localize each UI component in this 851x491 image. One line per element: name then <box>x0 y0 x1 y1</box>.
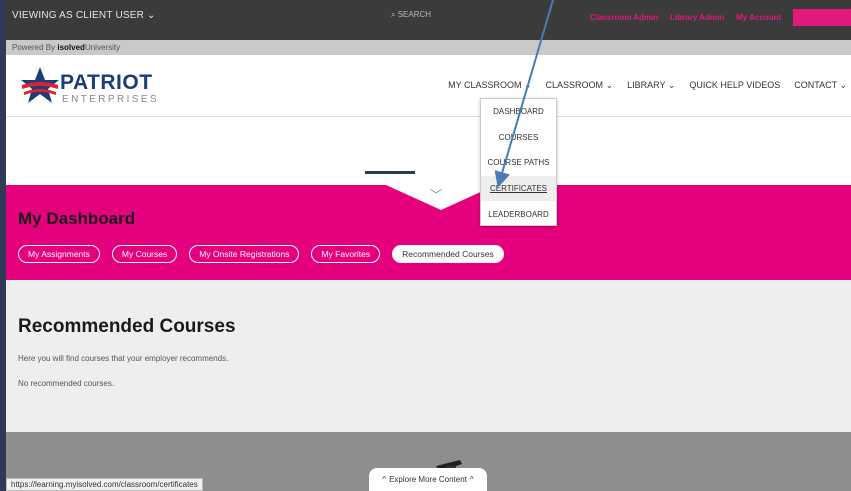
viewing-as-label: VIEWING AS CLIENT USER <box>12 10 145 21</box>
site-header: PATRIOT ENTERPRISES MY CLASSROOM ⌄ CLASS… <box>6 55 851 117</box>
dropdown-item-certificates[interactable]: CERTIFICATES <box>481 175 556 202</box>
chevron-down-icon: ⌄ <box>839 80 847 90</box>
star-logo-icon <box>21 67 59 103</box>
my-classroom-dropdown: DASHBOARD COURSES COURSE PATHS CERTIFICA… <box>480 98 557 226</box>
logo-sub-text: ENTERPRISES <box>62 94 159 105</box>
chevron-down-icon: ⌄ <box>667 80 676 90</box>
chevron-down-icon: ⌄ <box>147 10 156 21</box>
tab-recommended-courses[interactable]: Recommended Courses <box>392 245 504 263</box>
nav-quick-help-videos[interactable]: QUICK HELP VIDEOS <box>689 80 780 91</box>
dropdown-item-course-paths[interactable]: COURSE PATHS <box>481 150 556 176</box>
dropdown-item-courses[interactable]: COURSES <box>481 125 556 151</box>
powered-by-suffix: University <box>84 43 121 52</box>
page-title: My Dashboard <box>18 209 136 228</box>
section-description: Here you will find courses that your emp… <box>18 354 229 363</box>
powered-by-brand: isolved <box>57 43 85 52</box>
nav-my-classroom[interactable]: MY CLASSROOM ⌄ <box>448 80 531 91</box>
browser-status-url: https://learning.myisolved.com/classroom… <box>6 478 203 491</box>
nav-classroom-label: CLASSROOM <box>545 80 604 90</box>
my-account-link[interactable]: My Account <box>736 13 781 22</box>
logo-brand-text: PATRIOT <box>60 71 153 94</box>
viewing-as-dropdown[interactable]: VIEWING AS CLIENT USER ⌄ <box>12 10 156 21</box>
search-label: SEARCH <box>397 10 432 19</box>
logout-button[interactable]: ♙ LOG OUT <box>793 9 851 26</box>
classroom-admin-link[interactable]: Classroom Admin <box>590 13 658 22</box>
powered-by-bar: Powered By isolvedUniversity <box>6 40 851 55</box>
nav-classroom[interactable]: CLASSROOM ⌄ <box>546 80 614 91</box>
admin-links: Classroom Admin Library Admin My Account… <box>590 9 851 26</box>
chevron-up-icon: ^ <box>382 475 387 484</box>
search-box[interactable]: ⌕ SEARCH <box>391 10 431 20</box>
library-admin-link[interactable]: Library Admin <box>670 13 724 22</box>
dashboard-hero: ﹀ My Dashboard My Assignments My Courses… <box>6 185 851 280</box>
tab-my-favorites[interactable]: My Favorites <box>311 245 381 263</box>
tab-my-onsite-registrations[interactable]: My Onsite Registrations <box>189 245 300 263</box>
explore-more-label: Explore More Content <box>389 475 467 484</box>
dashboard-tabs: My Assignments My Courses My Onsite Regi… <box>18 245 504 263</box>
search-icon: ⌕ <box>391 10 396 19</box>
chevron-down-icon[interactable]: ﹀ <box>430 186 442 203</box>
nav-library[interactable]: LIBRARY ⌄ <box>627 80 675 91</box>
chevron-down-icon: ⌄ <box>524 80 532 90</box>
dropdown-item-leaderboard[interactable]: LEADERBOARD <box>481 201 556 227</box>
tab-my-assignments[interactable]: My Assignments <box>18 245 100 263</box>
user-icon: ♙ <box>799 13 807 22</box>
main-content: Recommended Courses Here you will find c… <box>6 280 851 432</box>
nav-library-label: LIBRARY <box>627 80 666 90</box>
nav-my-classroom-label: MY CLASSROOM <box>448 80 522 90</box>
powered-by-prefix: Powered By <box>12 43 56 52</box>
chevron-down-icon: ⌄ <box>605 80 614 90</box>
dropdown-item-dashboard[interactable]: DASHBOARD <box>481 99 556 125</box>
logout-label: LOG OUT <box>808 13 845 22</box>
nav-contact-label: CONTACT <box>794 80 837 90</box>
nav-contact[interactable]: CONTACT ⌄ <box>794 80 847 91</box>
banner-image-edge <box>365 171 415 174</box>
empty-state-text: No recommended courses. <box>18 379 115 388</box>
main-nav: MY CLASSROOM ⌄ CLASSROOM ⌄ LIBRARY ⌄ QUI… <box>448 80 847 91</box>
patriot-logo[interactable]: PATRIOT ENTERPRISES <box>20 65 170 105</box>
admin-topbar: VIEWING AS CLIENT USER ⌄ ⌕ SEARCH Classr… <box>6 0 851 40</box>
section-title: Recommended Courses <box>18 316 236 337</box>
tab-my-courses[interactable]: My Courses <box>111 245 178 263</box>
explore-more-button[interactable]: ^ Explore More Content ^ <box>369 468 487 491</box>
chevron-up-icon: ^ <box>469 475 474 484</box>
banner-area <box>6 117 851 185</box>
